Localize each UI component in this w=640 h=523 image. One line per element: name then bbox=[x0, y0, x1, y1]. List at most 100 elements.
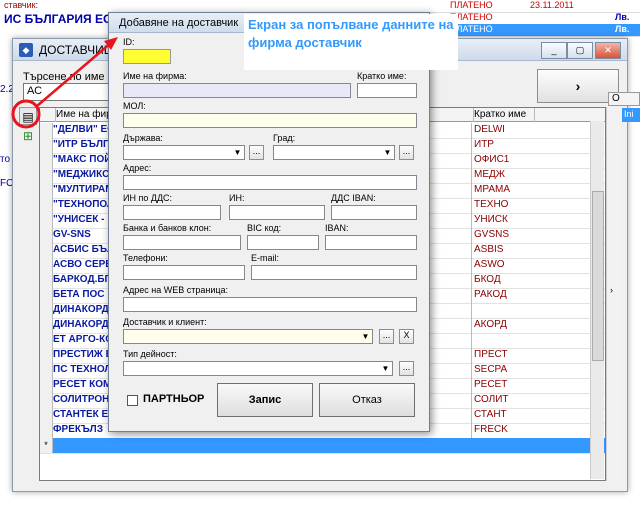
company-name-field[interactable] bbox=[123, 83, 351, 98]
new-row-marker[interactable]: * bbox=[40, 438, 53, 453]
row-short-name: ИТР bbox=[474, 139, 494, 150]
new-row[interactable]: * bbox=[40, 438, 605, 454]
chevron-down-icon[interactable]: ▼ bbox=[379, 362, 392, 375]
row-short-name: SECPA bbox=[474, 364, 508, 375]
row-indicator[interactable] bbox=[40, 303, 53, 318]
row-short-name: СТАНТ bbox=[474, 409, 507, 420]
app-icon: ◆ bbox=[19, 43, 33, 57]
iban-field[interactable] bbox=[325, 235, 417, 250]
row-indicator[interactable] bbox=[40, 378, 53, 393]
row-indicator[interactable] bbox=[40, 363, 53, 378]
row-short-name: АКОРД bbox=[474, 319, 507, 330]
row-company-name: ПС ТЕХНОЛ bbox=[53, 364, 112, 375]
row-short-name: FRECK bbox=[474, 424, 508, 435]
vat-number-field[interactable] bbox=[123, 205, 221, 220]
supplier-client-clear-button[interactable]: X bbox=[399, 329, 414, 344]
column-separator bbox=[471, 333, 472, 348]
supplier-client-browse-button[interactable]: ... bbox=[379, 329, 394, 344]
activity-type-select[interactable]: ▼ bbox=[123, 361, 393, 376]
row-company-name: GV-SNS bbox=[53, 229, 91, 240]
row-company-name: "МАКС ПОЙ bbox=[53, 154, 112, 165]
row-company-name: АСВО СЕРВ bbox=[53, 259, 113, 270]
row-indicator[interactable] bbox=[40, 288, 53, 303]
activity-type-label: Тип дейност: bbox=[123, 349, 177, 359]
row-indicator[interactable] bbox=[40, 228, 53, 243]
row-short-name: ASBIS bbox=[474, 244, 504, 255]
add-supplier-icon[interactable]: ▤ bbox=[19, 107, 37, 125]
row-indicator[interactable] bbox=[40, 183, 53, 198]
bank-field[interactable] bbox=[123, 235, 241, 250]
row-indicator[interactable] bbox=[40, 243, 53, 258]
mol-field[interactable] bbox=[123, 113, 417, 128]
row-indicator[interactable] bbox=[40, 273, 53, 288]
row-indicator[interactable] bbox=[40, 168, 53, 183]
minimize-button[interactable]: _ bbox=[541, 42, 567, 59]
phones-field[interactable] bbox=[123, 265, 245, 280]
row-indicator[interactable] bbox=[40, 423, 53, 438]
partner-checkbox[interactable] bbox=[127, 395, 138, 406]
id-field bbox=[123, 49, 171, 64]
country-browse-button[interactable]: ... bbox=[249, 145, 264, 160]
column-separator bbox=[471, 288, 472, 303]
id-label: ID: bbox=[123, 37, 135, 47]
country-select[interactable]: ▼ bbox=[123, 145, 245, 160]
grid-header-code[interactable]: Кратко име bbox=[471, 108, 535, 122]
row-indicator[interactable] bbox=[40, 213, 53, 228]
grid-scroll-thumb[interactable] bbox=[592, 191, 604, 361]
supplier-client-select[interactable]: ▼ bbox=[123, 329, 373, 344]
address-field[interactable] bbox=[123, 175, 417, 190]
email-field[interactable] bbox=[251, 265, 417, 280]
excel-export-icon[interactable]: ⊞ bbox=[19, 127, 37, 145]
annotation-note: Екран за попълване данните на фирма дост… bbox=[244, 14, 458, 70]
city-browse-button[interactable]: ... bbox=[399, 145, 414, 160]
column-separator bbox=[471, 183, 472, 198]
background-side-label: то bbox=[0, 154, 11, 165]
row-indicator[interactable] bbox=[40, 348, 53, 363]
chevron-down-icon[interactable]: ▼ bbox=[359, 330, 372, 343]
city-label: Град: bbox=[273, 133, 296, 143]
row-indicator[interactable] bbox=[40, 138, 53, 153]
in-field[interactable] bbox=[229, 205, 325, 220]
row-indicator[interactable] bbox=[40, 123, 53, 138]
grid-vertical-scrollbar[interactable] bbox=[590, 121, 604, 479]
maximize-button[interactable]: ▢ bbox=[567, 42, 593, 59]
activity-type-browse-button[interactable]: ... bbox=[399, 361, 414, 376]
scroll-right-icon[interactable]: › bbox=[610, 285, 613, 295]
column-separator bbox=[471, 408, 472, 423]
chevron-down-icon[interactable]: ▼ bbox=[231, 146, 244, 159]
supplier-client-label: Доставчик и клиент: bbox=[123, 317, 207, 327]
row-indicator[interactable] bbox=[40, 258, 53, 273]
row-short-name: GVSNS bbox=[474, 229, 510, 240]
background-row-status: ПЛАТЕНО bbox=[450, 24, 493, 34]
row-company-name: СОЛИТРОН bbox=[53, 394, 110, 405]
row-indicator[interactable] bbox=[40, 318, 53, 333]
window-right-scrollbar[interactable]: › bbox=[606, 107, 621, 481]
city-select[interactable]: ▼ bbox=[273, 145, 395, 160]
row-short-name: ОФИС1 bbox=[474, 154, 510, 165]
column-separator bbox=[471, 153, 472, 168]
row-indicator[interactable] bbox=[40, 393, 53, 408]
background-row-currency: Лв. bbox=[615, 24, 630, 34]
short-name-field[interactable] bbox=[357, 83, 417, 98]
web-field[interactable] bbox=[123, 297, 417, 312]
background-row-status: ПЛАТЕНО bbox=[450, 12, 493, 22]
row-indicator[interactable] bbox=[40, 408, 53, 423]
row-indicator[interactable] bbox=[40, 153, 53, 168]
row-indicator[interactable] bbox=[40, 198, 53, 213]
search-input[interactable]: АС bbox=[23, 83, 113, 101]
web-label: Адрес на WEB страница: bbox=[123, 285, 229, 295]
cancel-button[interactable]: Отказ bbox=[319, 383, 415, 417]
row-company-name: БЕТА ПОС bbox=[53, 289, 105, 300]
background-selected-cell: Ini bbox=[622, 108, 640, 122]
save-button[interactable]: Запис bbox=[217, 383, 313, 417]
country-label: Държава: bbox=[123, 133, 163, 143]
close-button[interactable]: ✕ bbox=[595, 42, 621, 59]
row-indicator[interactable] bbox=[40, 333, 53, 348]
vat-iban-field[interactable] bbox=[331, 205, 417, 220]
column-separator bbox=[471, 393, 472, 408]
bic-field[interactable] bbox=[247, 235, 319, 250]
chevron-down-icon[interactable]: ▼ bbox=[381, 146, 394, 159]
row-company-name: "ДЕЛВИ" ЕО bbox=[53, 124, 115, 135]
next-button[interactable]: › bbox=[537, 69, 619, 103]
vat-iban-label: ДДС IBAN: bbox=[331, 193, 376, 203]
